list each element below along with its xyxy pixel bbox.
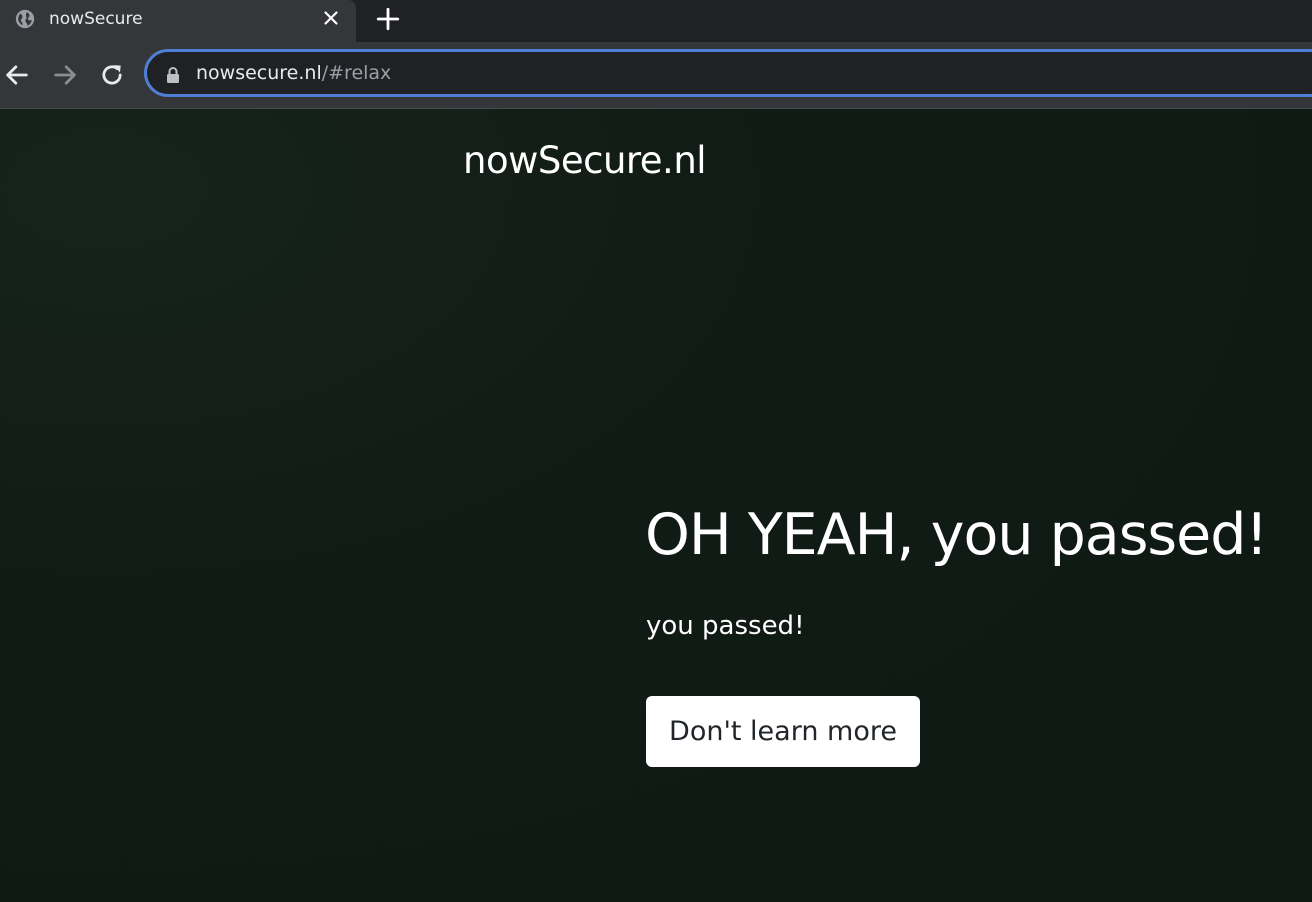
- url-path: /#relax: [321, 62, 392, 84]
- dont-learn-more-button[interactable]: Don't learn more: [646, 696, 920, 767]
- url-text[interactable]: nowsecure.nl/#relax: [196, 62, 391, 84]
- reload-icon[interactable]: [98, 61, 126, 89]
- tab-strip: nowSecure: [0, 0, 1312, 42]
- address-bar[interactable]: nowsecure.nl/#relax: [144, 49, 1312, 97]
- url-host: nowsecure.nl: [196, 62, 322, 84]
- subtext: you passed!: [646, 611, 805, 641]
- page-content: nowSecure.nl OH YEAH, you passed! you pa…: [0, 109, 1312, 902]
- site-title: nowSecure.nl: [463, 139, 707, 182]
- tab-title: nowSecure: [49, 9, 143, 29]
- globe-icon: [15, 9, 35, 29]
- headline: OH YEAH, you passed!: [645, 502, 1268, 568]
- arrow-right-icon[interactable]: [51, 61, 79, 89]
- browser-tab[interactable]: nowSecure: [0, 0, 356, 42]
- arrow-left-icon[interactable]: [3, 61, 31, 89]
- plus-icon[interactable]: [375, 6, 401, 32]
- close-icon[interactable]: [320, 7, 342, 29]
- browser-toolbar: nowsecure.nl/#relax: [0, 42, 1312, 109]
- lock-icon[interactable]: [166, 66, 180, 84]
